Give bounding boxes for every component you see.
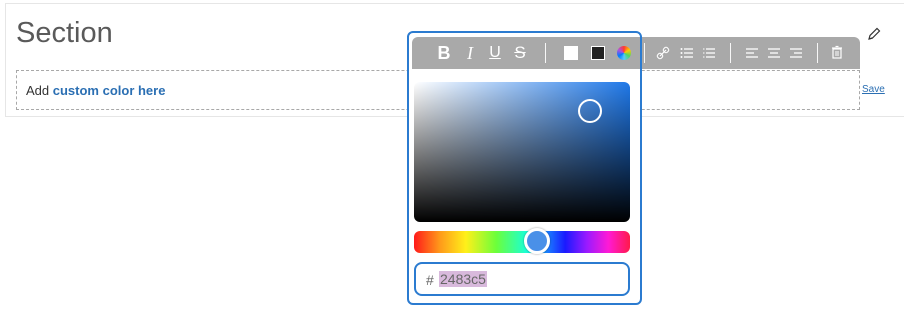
hue-slider-handle[interactable] xyxy=(524,228,550,254)
hex-hash-label: # xyxy=(426,272,434,288)
align-left-icon[interactable] xyxy=(745,37,759,69)
save-link[interactable]: Save xyxy=(862,84,885,95)
editor-text-bold: custom color here xyxy=(52,83,166,98)
align-right-icon[interactable] xyxy=(789,37,803,69)
numbered-list-icon[interactable] xyxy=(702,37,716,69)
bullet-list-icon[interactable] xyxy=(680,37,694,69)
hex-input-value[interactable]: 2483c5 xyxy=(439,271,487,287)
section-title: Section xyxy=(16,17,113,49)
link-icon[interactable] xyxy=(656,37,670,69)
editor-text-prefix: Add xyxy=(26,83,53,98)
editor-text: Add custom color here xyxy=(26,83,165,98)
saturation-handle[interactable] xyxy=(578,99,602,123)
toolbar-divider xyxy=(817,43,818,63)
toolbar-divider xyxy=(644,43,645,63)
pencil-icon[interactable] xyxy=(866,26,882,42)
align-center-icon[interactable] xyxy=(767,37,781,69)
hue-slider[interactable] xyxy=(414,231,630,253)
trash-icon[interactable] xyxy=(831,37,843,69)
toolbar-divider xyxy=(730,43,731,63)
